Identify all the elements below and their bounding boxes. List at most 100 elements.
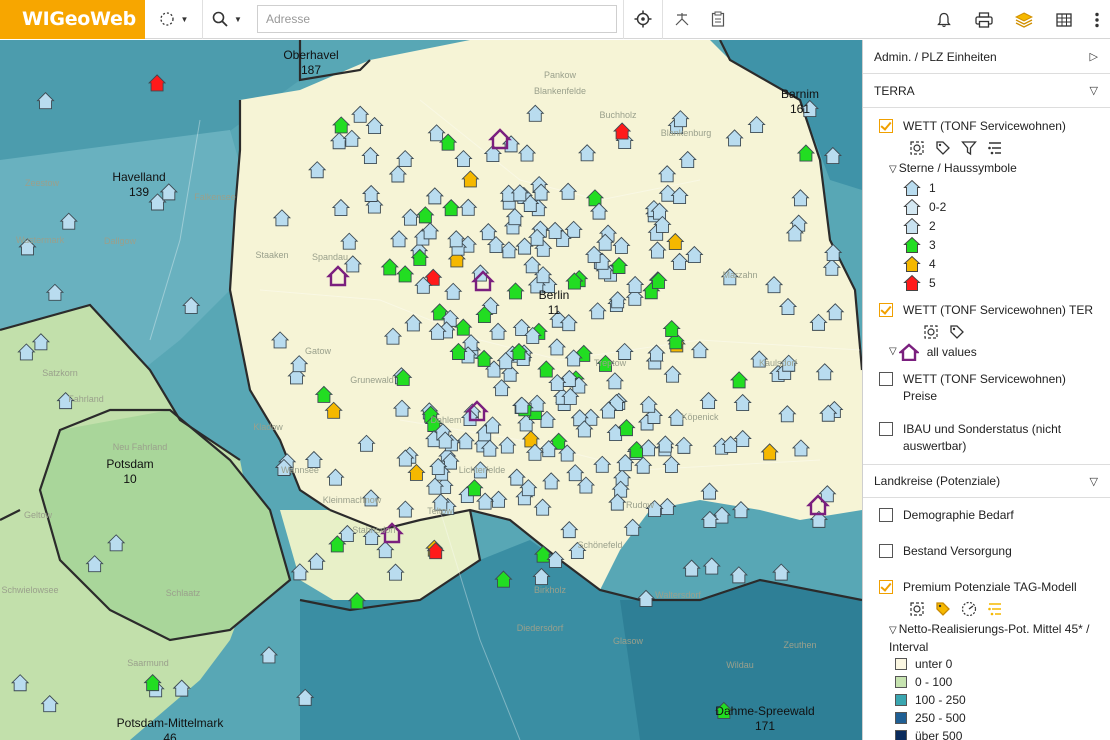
lasso-select-icon [159,12,174,26]
layer-wett-ter-checkbox[interactable] [879,303,893,317]
color-swatch [895,730,907,740]
place-name: Pankow [543,70,577,80]
place-name: Stahnsdorf [352,525,396,535]
layer-tools [879,319,1100,342]
layer-demographie-checkbox[interactable] [879,508,893,522]
zoom-extent-icon[interactable] [909,601,925,617]
search-mode-button[interactable]: ▼ [203,0,251,39]
chevron-down-icon: ▽ [889,346,897,357]
place-name: Spandau [311,252,349,262]
place-name: Kleinmachnow [322,495,382,505]
legend-item: 100 - 250 [879,691,1100,709]
legend-label: 2 [929,218,936,233]
region-label-oberhavel: Oberhavel 187 [283,48,339,77]
chevron-down-icon: ▽ [1089,475,1098,488]
region-label-dahme-spreewald: Dahme-Spreewald 171 [715,704,815,733]
layer-wett-preise: WETT (TONF Servicewohnen) Preise [863,361,1110,405]
legend-style-icon[interactable] [987,601,1003,617]
legend-item: 0-2 [879,197,1100,216]
place-name: Treptow [593,358,627,368]
legend-interval-list: unter 0 0 - 100 100 - 250 250 - 500 über 500 [879,655,1100,740]
section-admin-plz[interactable]: Admin. / PLZ Einheiten ▷ [863,40,1110,74]
layers-button[interactable] [1004,0,1044,39]
layer-premium-checkbox[interactable] [879,580,893,594]
search-icon [212,11,228,27]
legend-label: 3 [929,237,936,252]
layer-label: Premium Potenziale TAG-Modell [903,580,1077,594]
address-search-input[interactable] [257,5,617,33]
place-name: Zeestow [24,178,60,188]
color-swatch [895,658,907,670]
legend-label: 0 - 100 [915,675,953,689]
map-layer [0,40,862,740]
layer-wett-ter: WETT (TONF Servicewohnen) TER ▽ all valu… [863,298,1110,361]
layer-label: Demographie Bedarf [903,508,1014,522]
place-name: Diedersdorf [516,623,564,633]
place-name: Grunewald [350,375,394,385]
filter-icon[interactable] [961,140,977,156]
table-icon [1056,12,1072,27]
more-menu-button[interactable] [1084,0,1110,39]
zoom-extent-icon[interactable] [923,324,939,340]
legend-item: 4 [879,254,1100,273]
place-name: Glasow [612,636,644,646]
legend-title: ▽ Sterne / Haussymbole [889,161,1017,175]
layer-bestand-checkbox[interactable] [879,544,893,558]
place-name: Waltersdorf [655,590,701,600]
place-name: Dallgow [103,236,137,246]
house-icon [903,198,921,215]
label-tag-icon[interactable] [935,601,951,617]
label-tag-icon[interactable] [949,324,965,340]
layer-label: WETT (TONF Servicewohnen) [903,119,1066,133]
region-label-potsdam: Potsdam 10 [106,457,154,486]
house-icon [903,274,921,291]
legend-item: 2 [879,216,1100,235]
table-view-button[interactable] [1044,0,1084,39]
layer-ibau-checkbox[interactable] [879,422,893,436]
layer-label: Bestand Versorgung [903,544,1012,558]
house-icon [903,255,921,272]
place-name: Kaulsdorf [758,358,798,368]
legend-item: 3 [879,235,1100,254]
place-name: Schlaatz [165,588,201,598]
legend-label: 250 - 500 [915,711,966,725]
region-label-barnim: Barnim 161 [780,87,820,116]
place-name: Satzkorn [42,368,78,378]
legend-style-icon[interactable] [987,140,1003,156]
label-tag-icon[interactable] [935,140,951,156]
chevron-down-icon: ▼ [180,14,189,24]
place-name: Wildau [726,660,754,670]
lasso-select-button[interactable]: ▼ [145,0,203,39]
legend-item: über 500 [879,727,1100,740]
place-name: Blankenfelde [533,86,587,96]
color-swatch [895,676,907,688]
section-terra[interactable]: TERRA ▽ [863,74,1110,108]
layer-label: WETT (TONF Servicewohnen) TER [903,303,1094,317]
color-swatch [895,712,907,724]
legend-item: ▽ all values [879,342,1100,361]
print-icon [975,11,993,28]
legend-item: 5 [879,273,1100,292]
section-landkreise[interactable]: Landkreise (Potenziale) ▽ [863,464,1110,498]
place-name: Wustermark [15,235,65,245]
locate-button[interactable] [623,0,663,39]
bell-icon [937,12,951,27]
print-button[interactable] [964,0,1004,39]
layer-wett-checkbox[interactable] [879,119,893,133]
chevron-down-icon: ▼ [234,14,242,24]
clipboard-button[interactable] [701,0,735,39]
place-name: Dahlem [430,415,462,425]
layer-premium: Premium Potenziale TAG-Modell ▽ Netto-Rea… [863,560,1110,740]
map-canvas[interactable]: Oberhavel 187 Barnim 161 Havelland 139 Berl… [0,40,862,740]
legend-label: 0-2 [929,199,947,214]
place-name: Zeuthen [783,640,817,650]
measure-button[interactable] [663,0,701,39]
zoom-extent-icon[interactable] [909,140,925,156]
notifications-button[interactable] [924,0,964,39]
house-icon [903,179,921,196]
layer-demographie: Demographie Bedarf [863,498,1110,524]
gauge-icon[interactable] [961,601,977,617]
place-name: Blankenburg [660,128,712,138]
legend-label: all values [926,344,977,359]
layer-wett-preise-checkbox[interactable] [879,372,893,386]
